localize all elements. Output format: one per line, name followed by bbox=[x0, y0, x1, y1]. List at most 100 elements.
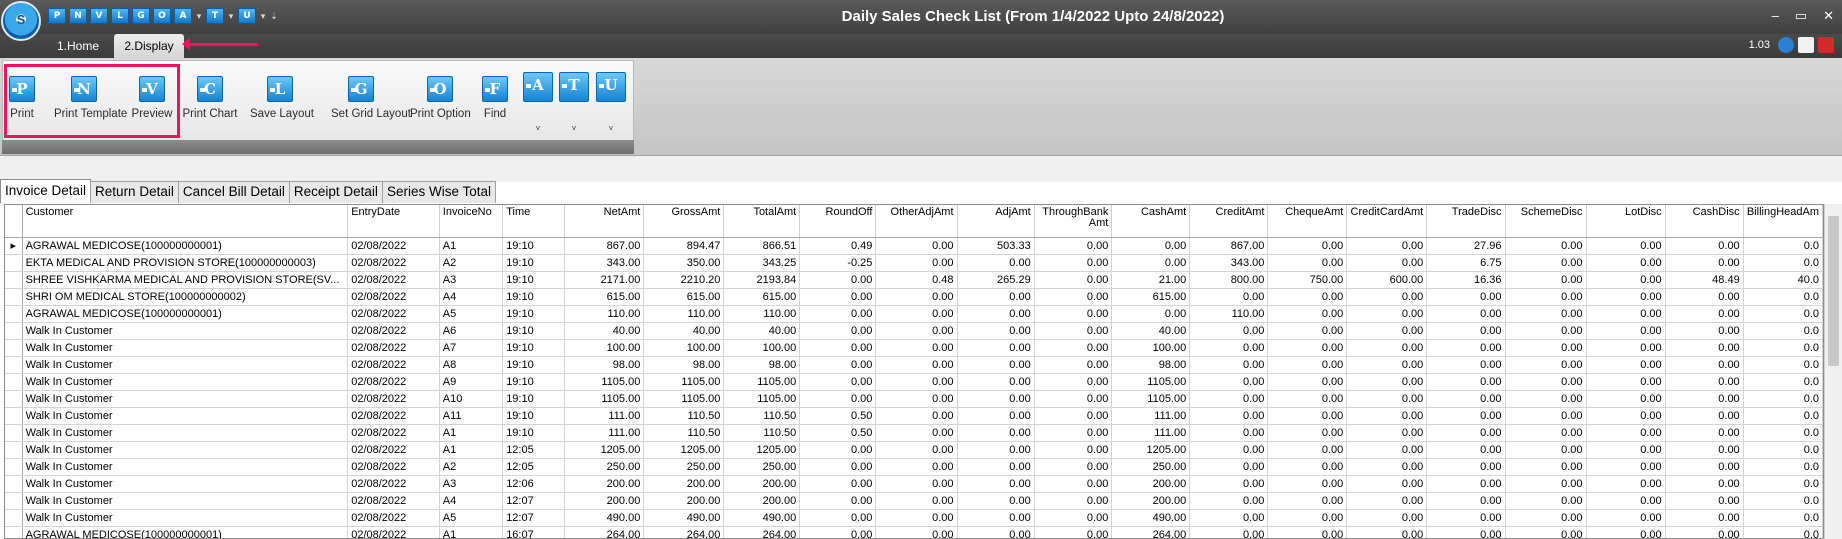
table-cell[interactable]: 16:07 bbox=[502, 526, 565, 538]
table-cell[interactable]: AGRAWAL MEDICOSE(100000000001) bbox=[22, 526, 349, 538]
table-row[interactable]: SHRI OM MEDICAL STORE(100000000002) 02/08… bbox=[5, 288, 1823, 306]
table-cell[interactable]: 19:10 bbox=[502, 322, 565, 340]
column-header[interactable]: CashAmt bbox=[1111, 205, 1191, 238]
table-cell[interactable]: 0.00 bbox=[1505, 526, 1587, 538]
table-cell[interactable]: 264.00 bbox=[564, 526, 645, 538]
app-logo[interactable]: S bbox=[1, 1, 41, 41]
table-cell[interactable]: 0.00 bbox=[1034, 407, 1113, 425]
table-cell[interactable]: 21.00 bbox=[1111, 271, 1191, 289]
table-cell[interactable]: 0.00 bbox=[957, 305, 1035, 323]
table-cell[interactable]: 264.00 bbox=[643, 526, 725, 538]
table-row[interactable]: Walk In Customer 02/08/2022 A5 12:07 490.00 4… bbox=[5, 509, 1823, 527]
table-cell[interactable]: 12:05 bbox=[502, 441, 565, 459]
table-row[interactable]: Walk In Customer 02/08/2022 A7 19:10 100.00 1… bbox=[5, 339, 1823, 357]
table-cell[interactable]: 0.00 bbox=[799, 390, 877, 408]
table-cell[interactable]: A2 bbox=[439, 254, 504, 272]
tab-invoice-detail[interactable]: Invoice Detail bbox=[0, 179, 92, 203]
table-cell[interactable]: 0.00 bbox=[875, 237, 958, 255]
table-cell[interactable]: 0.00 bbox=[1505, 305, 1587, 323]
column-header[interactable]: Customer bbox=[22, 205, 349, 238]
table-cell[interactable]: 0.00 bbox=[1426, 458, 1506, 476]
table-cell[interactable]: Walk In Customer bbox=[22, 390, 349, 408]
table-row[interactable]: AGRAWAL MEDICOSE(100000000001) 02/08/2022… bbox=[5, 526, 1823, 538]
table-cell[interactable]: 0.00 bbox=[957, 390, 1035, 408]
tab-home[interactable]: 1.Home bbox=[48, 34, 108, 58]
table-cell[interactable]: 0.00 bbox=[1267, 441, 1348, 459]
table-cell[interactable]: 0.00 bbox=[875, 288, 958, 306]
table-cell[interactable]: 19:10 bbox=[502, 373, 565, 391]
table-cell[interactable]: 0.00 bbox=[1665, 509, 1744, 527]
table-cell[interactable]: A1 bbox=[439, 441, 504, 459]
table-cell[interactable]: 0.00 bbox=[1034, 339, 1113, 357]
table-cell[interactable]: 0.00 bbox=[1267, 492, 1348, 510]
chevron-down-icon[interactable]: ▾ bbox=[227, 8, 235, 24]
table-cell[interactable]: 2193.84 bbox=[723, 271, 801, 289]
table-cell[interactable]: 0.00 bbox=[1267, 356, 1348, 374]
table-cell[interactable]: 0.00 bbox=[1034, 492, 1113, 510]
table-cell[interactable]: 250.00 bbox=[723, 458, 801, 476]
table-cell[interactable]: 0.00 bbox=[1505, 254, 1587, 272]
table-cell[interactable]: 0.00 bbox=[1426, 390, 1506, 408]
table-cell[interactable]: 0.00 bbox=[1189, 424, 1269, 442]
table-cell[interactable]: 02/08/2022 bbox=[347, 526, 440, 538]
close-icon[interactable]: ✕ bbox=[1823, 8, 1834, 24]
table-cell[interactable]: 0.00 bbox=[1586, 356, 1666, 374]
table-cell[interactable]: 0.00 bbox=[1426, 492, 1506, 510]
column-header[interactable]: TotalAmt bbox=[723, 205, 801, 238]
table-cell[interactable]: Walk In Customer bbox=[22, 509, 349, 527]
table-cell[interactable]: 1105.00 bbox=[564, 373, 645, 391]
table-cell[interactable]: 0.00 bbox=[1034, 288, 1113, 306]
table-cell[interactable]: 0.00 bbox=[957, 339, 1035, 357]
table-cell[interactable]: 0.00 bbox=[1586, 458, 1666, 476]
table-cell[interactable]: 40.00 bbox=[564, 322, 645, 340]
table-cell[interactable]: 19:10 bbox=[502, 407, 565, 425]
table-cell[interactable]: 0.00 bbox=[875, 475, 958, 493]
table-cell[interactable]: 0.00 bbox=[1267, 322, 1348, 340]
table-cell[interactable]: 0.00 bbox=[1034, 526, 1113, 538]
row-selector[interactable] bbox=[5, 390, 23, 408]
table-cell[interactable]: 0.00 bbox=[1267, 475, 1348, 493]
table-cell[interactable]: Walk In Customer bbox=[22, 373, 349, 391]
table-cell[interactable]: 0.00 bbox=[1346, 339, 1428, 357]
column-header[interactable]: CreditCardAmt bbox=[1346, 205, 1428, 238]
table-cell[interactable]: A5 bbox=[439, 509, 504, 527]
table-cell[interactable]: 98.00 bbox=[564, 356, 645, 374]
table-cell[interactable]: 503.33 bbox=[957, 237, 1035, 255]
table-cell[interactable]: 0.00 bbox=[957, 475, 1035, 493]
table-cell[interactable]: 0.00 bbox=[1346, 356, 1428, 374]
table-cell[interactable]: 0.0 bbox=[1743, 526, 1823, 538]
table-row[interactable]: SHREE VISHKARMA MEDICAL AND PROVISION ST… bbox=[5, 271, 1823, 289]
table-cell[interactable]: 2171.00 bbox=[564, 271, 645, 289]
table-cell[interactable]: 12:05 bbox=[502, 458, 565, 476]
table-cell[interactable]: -0.25 bbox=[799, 254, 877, 272]
row-selector[interactable] bbox=[5, 339, 23, 357]
table-cell[interactable]: 0.00 bbox=[1665, 458, 1744, 476]
table-cell[interactable]: 1205.00 bbox=[1111, 441, 1191, 459]
table-cell[interactable]: 0.00 bbox=[1426, 526, 1506, 538]
table-cell[interactable]: 02/08/2022 bbox=[347, 475, 440, 493]
table-cell[interactable]: 0.00 bbox=[1505, 475, 1587, 493]
table-cell[interactable]: 0.00 bbox=[1665, 373, 1744, 391]
table-cell[interactable]: Walk In Customer bbox=[22, 407, 349, 425]
table-cell[interactable]: 02/08/2022 bbox=[347, 339, 440, 357]
table-cell[interactable]: 0.0 bbox=[1743, 237, 1823, 255]
table-cell[interactable]: 0.00 bbox=[1267, 237, 1348, 255]
table-cell[interactable]: 490.00 bbox=[643, 509, 725, 527]
table-cell[interactable]: 0.00 bbox=[1505, 322, 1587, 340]
table-cell[interactable]: Walk In Customer bbox=[22, 458, 349, 476]
table-cell[interactable]: A11 bbox=[439, 407, 504, 425]
table-cell[interactable]: 0.0 bbox=[1743, 373, 1823, 391]
table-cell[interactable]: 1105.00 bbox=[1111, 373, 1191, 391]
table-cell[interactable]: 0.00 bbox=[1267, 390, 1348, 408]
table-cell[interactable]: 0.00 bbox=[1665, 407, 1744, 425]
row-selector[interactable] bbox=[5, 509, 23, 527]
table-cell[interactable]: 0.00 bbox=[799, 441, 877, 459]
table-cell[interactable]: 894.47 bbox=[643, 237, 725, 255]
table-cell[interactable]: 0.00 bbox=[799, 288, 877, 306]
table-cell[interactable]: Walk In Customer bbox=[22, 424, 349, 442]
table-cell[interactable]: 0.50 bbox=[799, 407, 877, 425]
table-cell[interactable]: A4 bbox=[439, 288, 504, 306]
table-cell[interactable]: 0.00 bbox=[1665, 237, 1744, 255]
table-cell[interactable]: 100.00 bbox=[564, 339, 645, 357]
column-header[interactable]: InvoiceNo bbox=[439, 205, 504, 238]
